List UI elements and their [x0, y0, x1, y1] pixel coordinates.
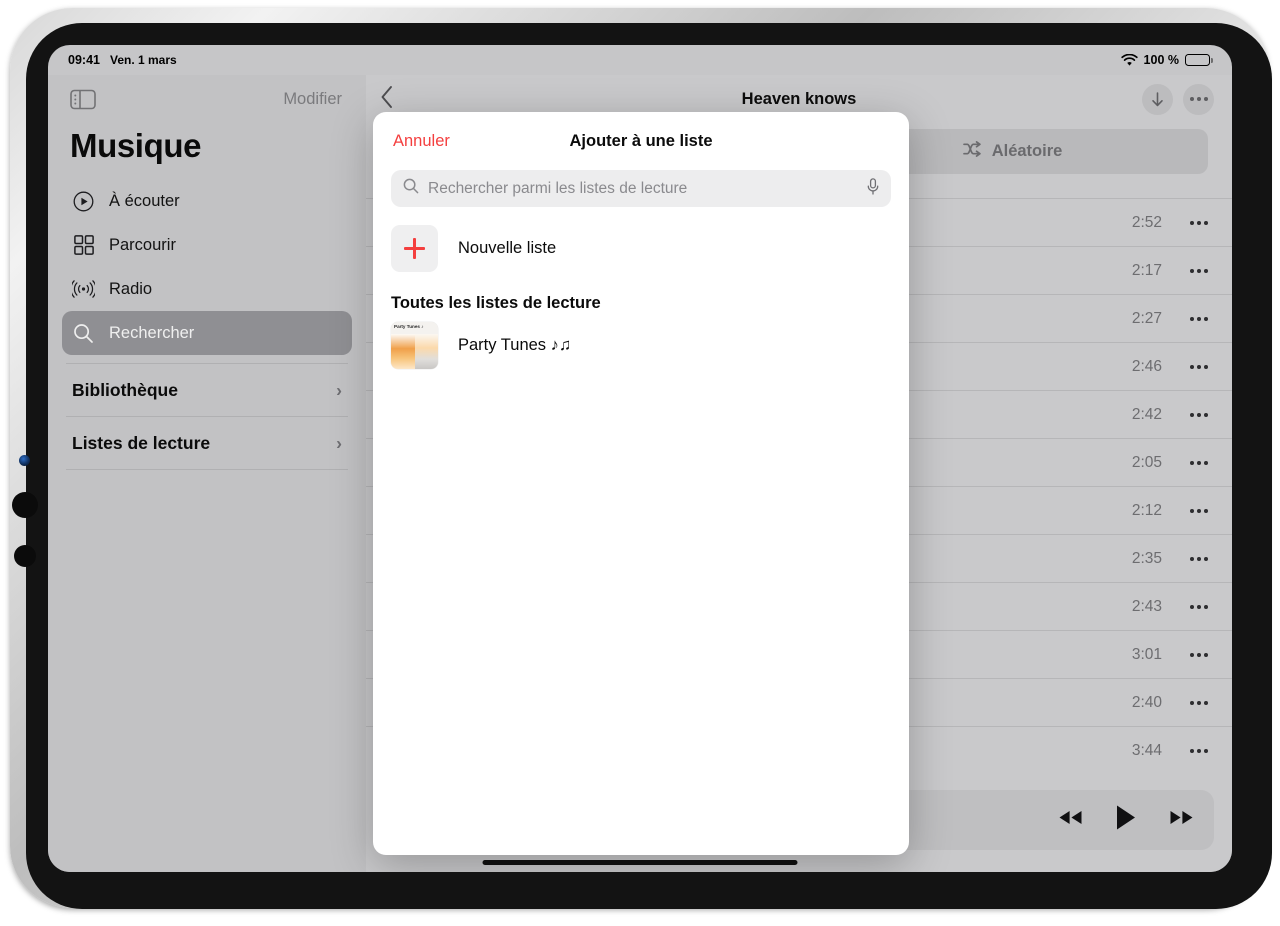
- playlist-artwork-title: Party Tunes ♪: [394, 324, 424, 329]
- playlist-search-field[interactable]: Rechercher parmi les listes de lecture: [391, 170, 891, 207]
- playlist-name: Party Tunes ♪♫: [458, 336, 572, 354]
- search-input-placeholder: Rechercher parmi les listes de lecture: [428, 179, 688, 197]
- search-icon: [403, 178, 419, 199]
- side-button-top[interactable]: [12, 492, 38, 518]
- list-item[interactable]: Party Tunes ♪ Party Tunes ♪♫: [373, 319, 909, 372]
- topbar-actions: [1142, 83, 1214, 115]
- front-camera-sensor: [19, 455, 30, 466]
- more-options-icon[interactable]: [1183, 83, 1214, 115]
- new-playlist-label: Nouvelle liste: [458, 239, 557, 257]
- download-arrow-icon[interactable]: [1142, 83, 1173, 115]
- home-indicator[interactable]: [482, 860, 798, 865]
- microphone-icon[interactable]: [867, 177, 879, 200]
- three-dots-glyph: [1189, 97, 1208, 101]
- add-to-playlist-modal: Annuler Ajouter à une liste Rechercher p…: [373, 112, 909, 855]
- modal-overlay: Annuler Ajouter à une liste Rechercher p…: [48, 45, 1232, 872]
- cancel-button[interactable]: Annuler: [393, 132, 450, 151]
- screen: 09:41 Ven. 1 mars 100 % Modifier Musique…: [48, 45, 1232, 872]
- playlist-artwork-gradient: [391, 334, 438, 369]
- plus-icon: [391, 225, 438, 272]
- modal-title: Ajouter à une liste: [569, 131, 713, 150]
- all-playlists-heading: Toutes les listes de lecture: [391, 294, 601, 312]
- playlist-list: Party Tunes ♪ Party Tunes ♪♫: [373, 319, 909, 372]
- new-playlist-row[interactable]: Nouvelle liste: [373, 207, 909, 272]
- playlist-artwork: Party Tunes ♪: [391, 322, 438, 369]
- modal-header: Annuler Ajouter à une liste: [373, 112, 909, 170]
- side-button-bottom[interactable]: [14, 545, 36, 567]
